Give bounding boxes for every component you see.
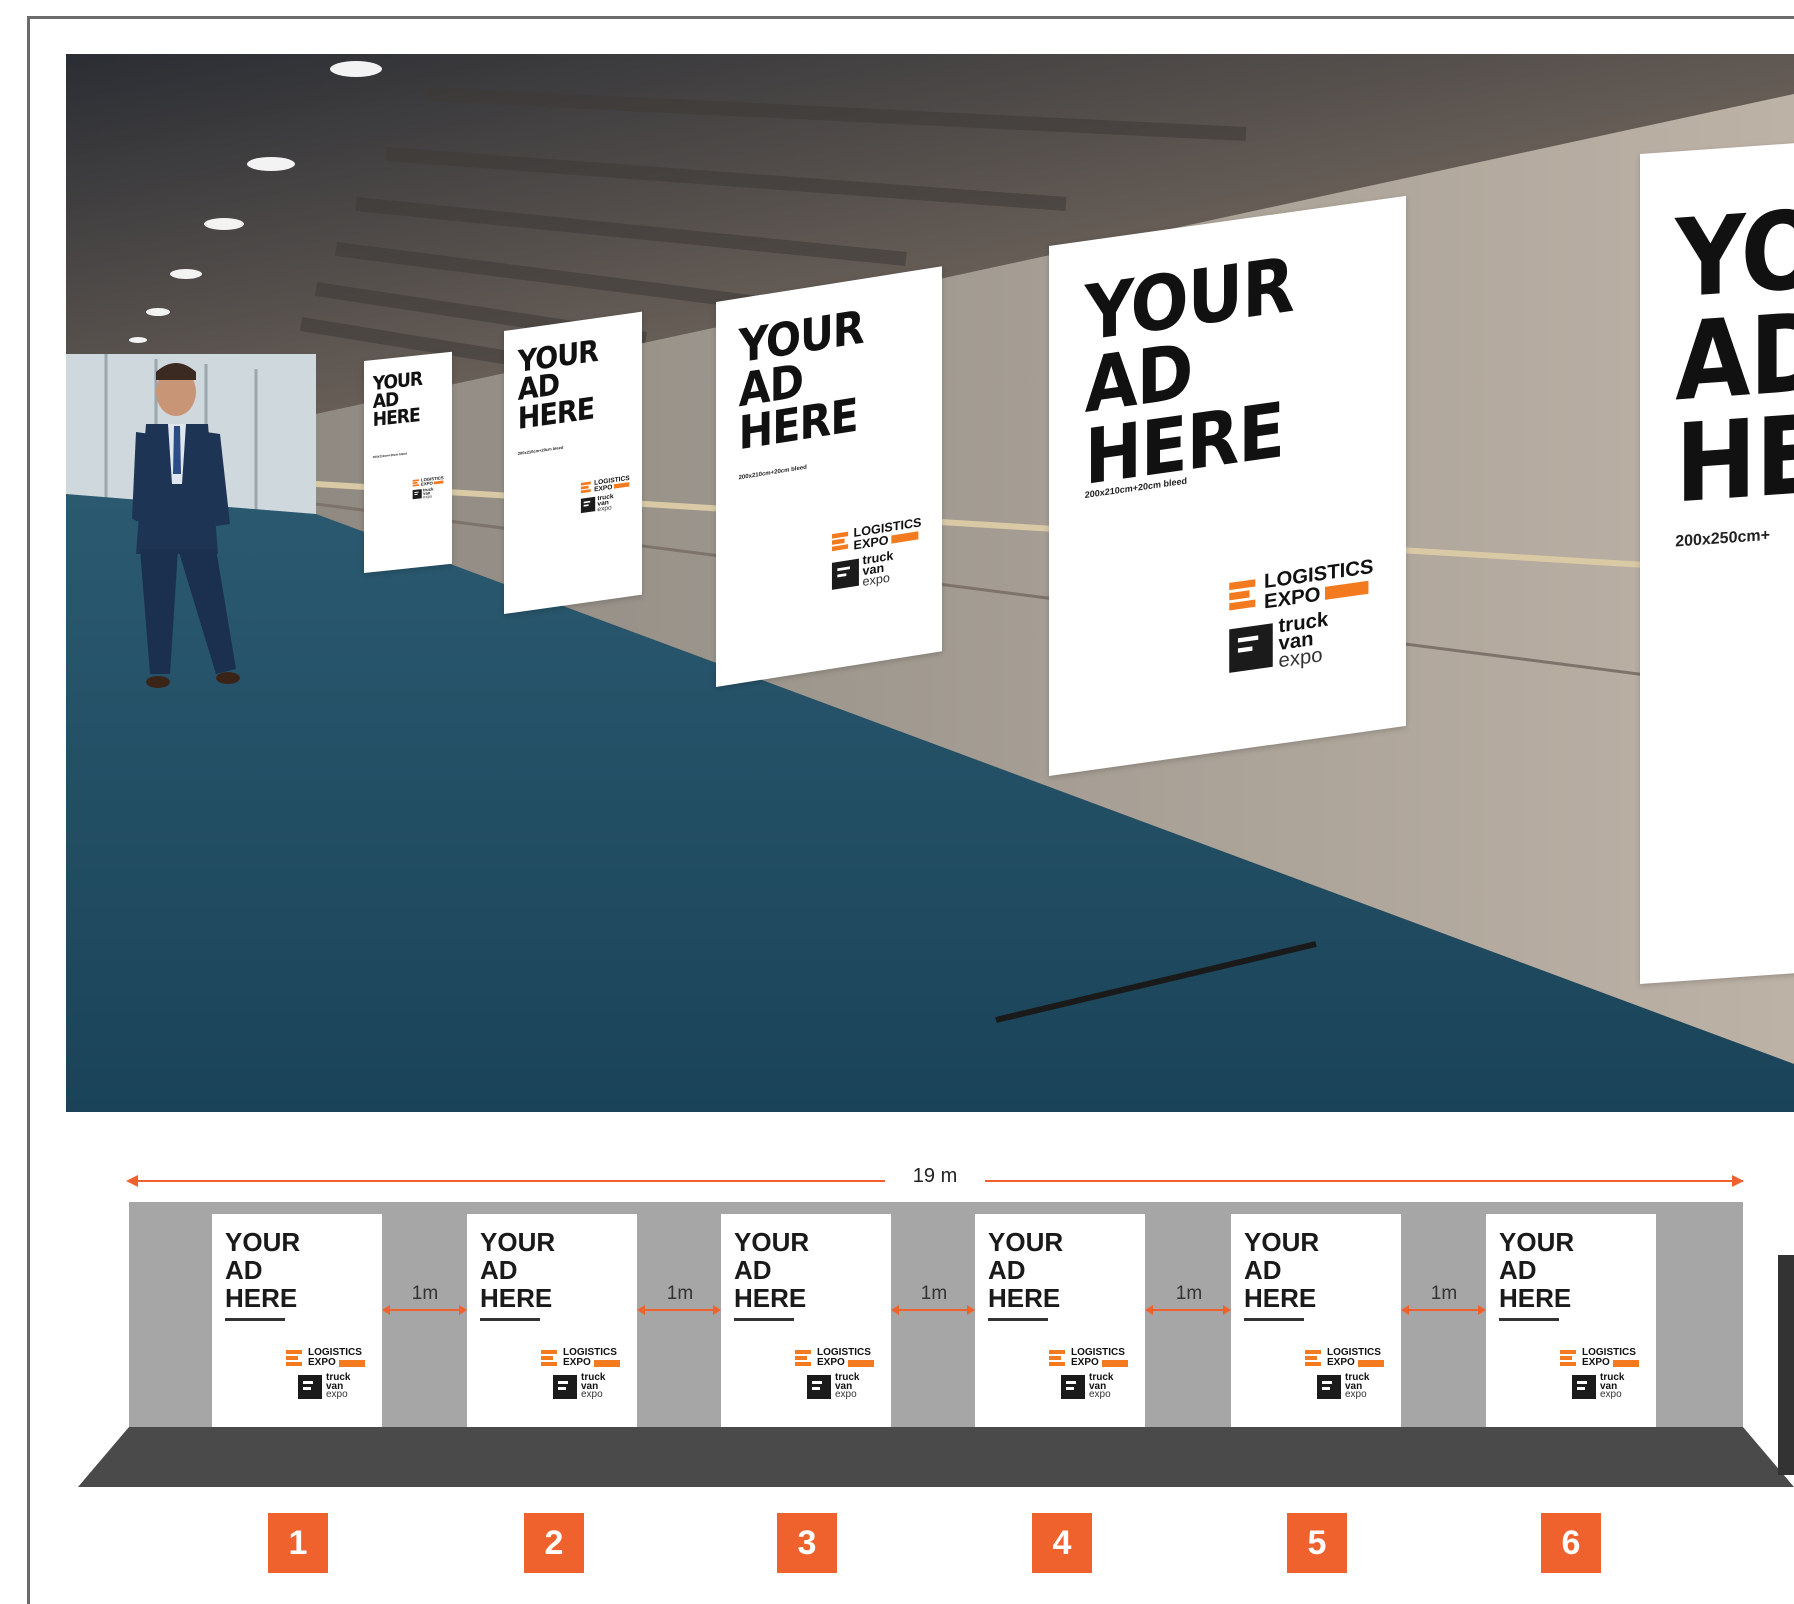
panel-size-text xyxy=(1244,1318,1304,1321)
gap-label-3: 1m xyxy=(920,1283,948,1304)
logistics-expo-logo: LOGISTICS EXPO xyxy=(541,1348,620,1368)
panel-ad-text: YOUR AD HERE xyxy=(1499,1227,1575,1314)
logistics-expo-logo: LOGISTICS EXPO xyxy=(1049,1348,1128,1368)
banner-logos: LOGISTICS EXPO truck van expo xyxy=(832,515,922,593)
diagram-right-edge xyxy=(1778,1255,1794,1475)
corridor-photo: YOUR AD HERE 200x210cm+20cm bleed LOGISTIC… xyxy=(66,54,1794,1112)
ad-panel-4: YOUR AD HERE LOGISTICS EXPO truck van expo xyxy=(975,1214,1145,1427)
diagram-floor xyxy=(78,1427,1794,1487)
gap-label-1: 1m xyxy=(411,1283,439,1304)
gap-label-5: 1m xyxy=(1430,1283,1458,1304)
truck-van-expo-logo: truck van expo xyxy=(1061,1373,1128,1400)
panel-logos: LOGISTICS EXPO truck van expo xyxy=(541,1348,620,1400)
gap-arrow-1 xyxy=(382,1305,467,1315)
photo-banner-4: YOUR AD HERE 200x210cm+20cm bleed LOGISTIC… xyxy=(1049,195,1406,777)
panel-number-badge-2: 2 xyxy=(524,1513,584,1573)
panel-ad-text: YOUR AD HERE xyxy=(225,1227,301,1314)
panel-number-badge-5: 5 xyxy=(1287,1513,1347,1573)
panel-logos: LOGISTICS EXPO truck van expo xyxy=(286,1348,365,1400)
panel-logos: LOGISTICS EXPO truck van expo xyxy=(1049,1348,1128,1400)
panel-size-text xyxy=(734,1318,794,1321)
photo-banner-1: YOUR AD HERE 200x210cm+20cm bleed LOGISTIC… xyxy=(364,351,452,573)
ad-panel-3: YOUR AD HERE LOGISTICS EXPO truck van expo xyxy=(721,1214,891,1427)
panel-size-text xyxy=(988,1318,1048,1321)
truck-van-expo-logo: truck van expo xyxy=(807,1373,874,1400)
gap-label-2: 1m xyxy=(666,1283,694,1304)
logistics-expo-logo: LOGISTICS EXPO xyxy=(1560,1348,1639,1368)
photo-banner-3: YOUR AD HERE 200x210cm+20cm bleed LOGISTIC… xyxy=(716,266,942,687)
arrow-right-icon xyxy=(1732,1175,1744,1187)
panel-logos: LOGISTICS EXPO truck van expo xyxy=(1560,1348,1639,1400)
banner-size-text: 200x210cm+20cm bleed xyxy=(738,464,807,482)
gap-arrow-5 xyxy=(1401,1305,1486,1315)
banner-size-text: 200x210cm+20cm bleed xyxy=(517,444,564,456)
panel-size-text xyxy=(480,1318,540,1321)
banner-size-text: 200x250cm+ xyxy=(1675,526,1770,551)
banner-logos: LOGISTICS EXPO truck van expo xyxy=(580,474,630,515)
truck-van-expo-logo: truck van expo xyxy=(298,1373,365,1400)
banner-ad-text: YOUR AD HERE xyxy=(1084,239,1294,503)
arrow-left-icon xyxy=(126,1175,138,1187)
panel-number-badge-3: 3 xyxy=(777,1513,837,1573)
panel-ad-text: YOUR AD HERE xyxy=(480,1227,556,1314)
truck-van-expo-logo: truck van expo xyxy=(1572,1373,1639,1400)
banner-size-text: 200x210cm+20cm bleed xyxy=(372,451,407,460)
banner-ad-text: YOUR AD HERE xyxy=(517,333,598,437)
gap-arrow-4 xyxy=(1145,1305,1231,1315)
panel-ad-text: YOUR AD HERE xyxy=(988,1227,1064,1314)
panel-logos: LOGISTICS EXPO truck van expo xyxy=(1305,1348,1384,1400)
banner-ad-text: YO AD HE xyxy=(1675,187,1794,528)
truck-van-expo-logo: truck van expo xyxy=(832,546,922,592)
truck-van-expo-logo: truck van expo xyxy=(580,491,630,515)
ad-panel-2: YOUR AD HERE LOGISTICS EXPO truck van expo xyxy=(467,1214,637,1427)
total-length-label: 19 m xyxy=(885,1165,985,1188)
truck-van-expo-logo: truck van expo xyxy=(553,1373,620,1400)
panel-ad-text: YOUR AD HERE xyxy=(734,1227,810,1314)
panel-size-text xyxy=(225,1318,285,1321)
logistics-expo-logo: LOGISTICS EXPO xyxy=(795,1348,874,1368)
ad-panel-1: YOUR AD HERE LOGISTICS EXPO truck van expo xyxy=(212,1214,382,1427)
banner-ad-text: YOUR AD HERE xyxy=(738,299,864,461)
panel-size-text xyxy=(1499,1318,1559,1321)
ad-panel-5: YOUR AD HERE LOGISTICS EXPO truck van expo xyxy=(1231,1214,1401,1427)
truck-van-expo-logo: truck van expo xyxy=(1317,1373,1384,1400)
panel-logos: LOGISTICS EXPO truck van expo xyxy=(795,1348,874,1400)
ad-panel-6: YOUR AD HERE LOGISTICS EXPO truck van expo xyxy=(1486,1214,1656,1427)
panel-ad-text: YOUR AD HERE xyxy=(1244,1227,1320,1314)
gap-arrow-3 xyxy=(891,1305,975,1315)
panel-number-badge-4: 4 xyxy=(1032,1513,1092,1573)
panel-number-badge-1: 1 xyxy=(268,1513,328,1573)
truck-van-expo-logo: truck van expo xyxy=(1229,605,1374,677)
truck-van-expo-logo: truck van expo xyxy=(413,486,444,500)
banner-ad-text: YOUR AD HERE xyxy=(372,367,423,431)
logistics-expo-logo: LOGISTICS EXPO xyxy=(286,1348,365,1368)
photo-banner-2: YOUR AD HERE 200x210cm+20cm bleed LOGISTIC… xyxy=(504,311,642,614)
banner-logos: LOGISTICS EXPO truck van expo xyxy=(413,475,444,500)
banner-logos: LOGISTICS EXPO truck van expo xyxy=(1229,554,1374,677)
photo-banner-5: YO AD HE 200x250cm+ xyxy=(1640,142,1794,984)
panel-number-badge-6: 6 xyxy=(1541,1513,1601,1573)
logistics-expo-logo: LOGISTICS EXPO xyxy=(1305,1348,1384,1368)
gap-label-4: 1m xyxy=(1175,1283,1203,1304)
logistics-expo-logo: LOGISTICS EXPO xyxy=(413,475,444,488)
gap-arrow-2 xyxy=(637,1305,721,1315)
